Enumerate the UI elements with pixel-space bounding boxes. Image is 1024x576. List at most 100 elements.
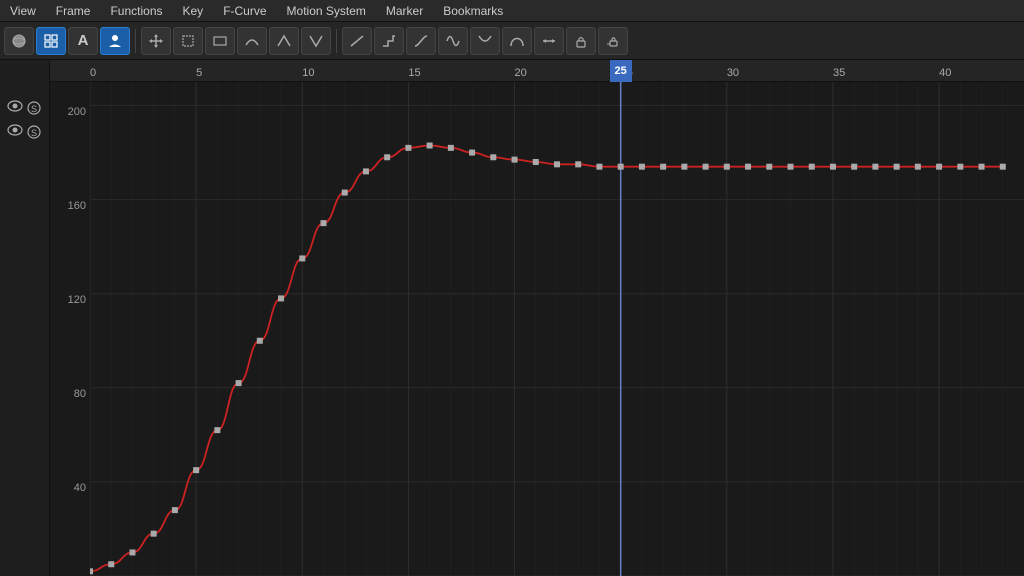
linear-btn[interactable] (342, 27, 372, 55)
keyframe-point[interactable] (236, 380, 242, 386)
curve-flat-btn[interactable] (237, 27, 267, 55)
keyframe-point[interactable] (172, 507, 178, 513)
move-btn[interactable] (141, 27, 171, 55)
menu-key[interactable]: Key (173, 2, 214, 20)
person-btn[interactable] (100, 27, 130, 55)
lock-keys-btn[interactable] (566, 27, 596, 55)
keyframe-point[interactable] (214, 427, 220, 433)
ruler-tick-35: 35 (833, 67, 845, 79)
keyframe-point[interactable] (90, 568, 93, 574)
menu-frame[interactable]: Frame (46, 2, 101, 20)
keyframe-point[interactable] (448, 145, 454, 151)
keyframe-point[interactable] (703, 164, 709, 170)
menu-fcurve[interactable]: F-Curve (213, 2, 276, 20)
y-label-80: 80 (74, 388, 86, 400)
keyframe-point[interactable] (257, 338, 263, 344)
keyframe-point[interactable] (872, 164, 878, 170)
keyframe-point[interactable] (809, 164, 815, 170)
keyframe-point[interactable] (554, 161, 560, 167)
y-axis: 20016012080400 (50, 82, 90, 576)
keyframe-point[interactable] (193, 467, 199, 473)
valley-btn[interactable] (301, 27, 331, 55)
layout-btn[interactable] (36, 27, 66, 55)
peak-btn[interactable] (269, 27, 299, 55)
keyframe-point[interactable] (851, 164, 857, 170)
sphere-btn[interactable] (4, 27, 34, 55)
keyframe-point[interactable] (108, 561, 114, 567)
rect-btn[interactable] (205, 27, 235, 55)
s-icon-1[interactable]: S (26, 100, 42, 116)
keyframe-point[interactable] (363, 168, 369, 174)
keyframe-point[interactable] (427, 143, 433, 149)
separator-1 (135, 29, 136, 53)
flat-btn[interactable] (534, 27, 564, 55)
keyframe-point[interactable] (490, 154, 496, 160)
keyframe-point[interactable] (533, 159, 539, 165)
keyframe-point[interactable] (129, 549, 135, 555)
menu-bar: View Frame Functions Key F-Curve Motion … (0, 0, 1024, 22)
keyframe-point[interactable] (512, 157, 518, 163)
eye-icon-2[interactable] (7, 124, 23, 140)
ruler-tick-40: 40 (939, 67, 951, 79)
frame-highlight: 25 (610, 60, 632, 82)
keyframe-point[interactable] (618, 164, 624, 170)
keyframe-point[interactable] (405, 145, 411, 151)
keyframe-point[interactable] (957, 164, 963, 170)
s-icon-2[interactable]: S (26, 124, 42, 140)
eye-icon-1[interactable] (7, 100, 23, 116)
y-label-200: 200 (68, 106, 86, 118)
lock-tangent-btn[interactable] (598, 27, 628, 55)
timeline-ruler: 051015202530354025 (50, 60, 1024, 82)
keyframe-point[interactable] (342, 190, 348, 196)
keyframe-point[interactable] (915, 164, 921, 170)
fcurve-chart (90, 82, 1024, 576)
y-label-120: 120 (68, 294, 86, 306)
keyframe-point[interactable] (979, 164, 985, 170)
keyframe-point[interactable] (384, 154, 390, 160)
track-row-1: S (7, 100, 42, 116)
keyframe-point[interactable] (1000, 164, 1006, 170)
menu-functions[interactable]: Functions (100, 2, 172, 20)
track-row-2: S (7, 124, 42, 140)
keyframe-point[interactable] (724, 164, 730, 170)
toolbar: A (0, 22, 1024, 60)
keyframe-point[interactable] (321, 220, 327, 226)
keyframe-point[interactable] (575, 161, 581, 167)
text-btn[interactable]: A (68, 27, 98, 55)
bezier-btn[interactable] (502, 27, 532, 55)
ruler-tick-5: 5 (196, 67, 202, 79)
keyframe-point[interactable] (469, 150, 475, 156)
ease-btn[interactable] (406, 27, 436, 55)
y-label-160: 160 (68, 200, 86, 212)
sine-btn[interactable] (438, 27, 468, 55)
ruler-tick-30: 30 (727, 67, 739, 79)
keyframe-point[interactable] (830, 164, 836, 170)
keyframe-point[interactable] (681, 164, 687, 170)
keyframe-point[interactable] (596, 164, 602, 170)
svg-text:S: S (31, 128, 37, 138)
chart-area[interactable]: 051015202530354025 20016012080400 (50, 60, 1024, 576)
keyframe-point[interactable] (894, 164, 900, 170)
keyframe-point[interactable] (299, 255, 305, 261)
main-area: S S 051015202530354025 20016012080400 (0, 60, 1024, 576)
keyframe-point[interactable] (278, 295, 284, 301)
keyframe-point[interactable] (660, 164, 666, 170)
keyframe-point[interactable] (766, 164, 772, 170)
menu-view[interactable]: View (0, 2, 46, 20)
arc3-btn[interactable] (470, 27, 500, 55)
ruler-tick-10: 10 (302, 67, 314, 79)
y-label-40: 40 (74, 482, 86, 494)
stepped-btn[interactable] (374, 27, 404, 55)
keyframe-point[interactable] (639, 164, 645, 170)
keyframe-point[interactable] (745, 164, 751, 170)
menu-motion-system[interactable]: Motion System (277, 2, 376, 20)
separator-2 (336, 29, 337, 53)
left-panel: S S (0, 60, 50, 576)
select-box-btn[interactable] (173, 27, 203, 55)
keyframe-point[interactable] (151, 531, 157, 537)
menu-marker[interactable]: Marker (376, 2, 433, 20)
svg-text:S: S (31, 104, 37, 114)
keyframe-point[interactable] (936, 164, 942, 170)
menu-bookmarks[interactable]: Bookmarks (433, 2, 513, 20)
keyframe-point[interactable] (788, 164, 794, 170)
